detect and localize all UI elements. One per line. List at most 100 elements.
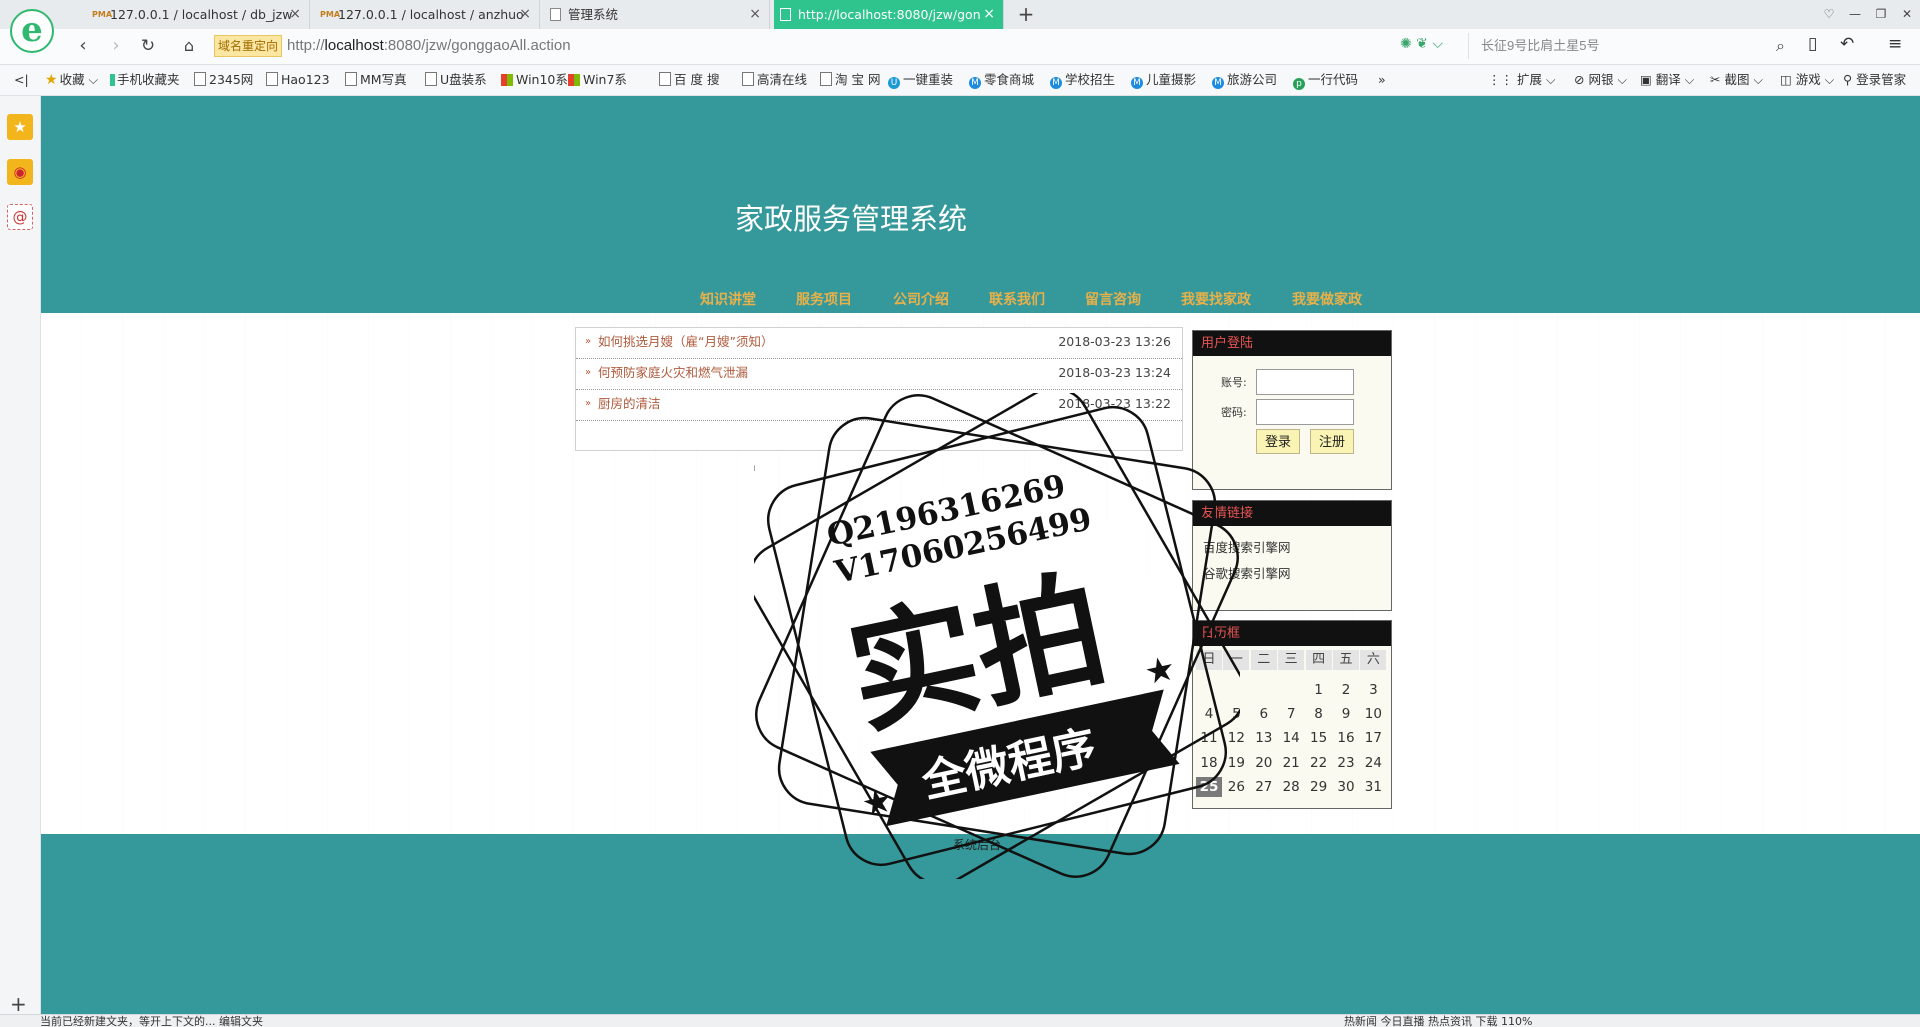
calendar-day[interactable]: 23: [1333, 753, 1359, 773]
tab-anzhuo[interactable]: PMA 127.0.0.1 / localhost / anzhuo ×: [314, 0, 540, 29]
search-input[interactable]: 长征9号比肩土星5号: [1468, 33, 1788, 59]
toolbar-login-manager[interactable]: ⚲ 登录管家: [1843, 65, 1906, 95]
toolbar-games[interactable]: ◫ 游戏 ⌵: [1780, 65, 1834, 95]
notice-title[interactable]: 何预防家庭火灾和燃气泄漏: [598, 359, 748, 387]
redirect-badge[interactable]: 域名重定向: [214, 35, 283, 57]
calendar-day[interactable]: 4: [1196, 704, 1222, 724]
notice-title[interactable]: 如何挑选月嫂（雇“月嫂”须知）: [598, 328, 773, 356]
nav-message[interactable]: 留言咨询: [1085, 289, 1141, 309]
nav-find-housekeeping[interactable]: 我要找家政: [1181, 289, 1251, 309]
password-input[interactable]: [1256, 399, 1354, 425]
calendar-day[interactable]: 28: [1278, 777, 1304, 797]
calendar-day[interactable]: 22: [1306, 753, 1332, 773]
bookmark-snacks[interactable]: M 零食商城: [969, 65, 1034, 95]
favorites-star-icon[interactable]: ★: [7, 114, 33, 140]
home-icon[interactable]: ⌂: [176, 33, 202, 59]
bookmark-code[interactable]: p 一行代码: [1293, 65, 1358, 95]
nav-company[interactable]: 公司介绍: [893, 289, 949, 309]
calendar-day[interactable]: 27: [1251, 777, 1277, 797]
url-field[interactable]: http://localhost:8080/jzw/gonggaoAll.act…: [287, 34, 571, 58]
list-item[interactable]: » 如何挑选月嫂（雇“月嫂”须知） 2018-03-23 13:26: [576, 328, 1182, 359]
list-item[interactable]: » 厨房的清洁 2018-03-23 13:22: [576, 390, 1182, 421]
accelerate-icon[interactable]: ✺ ❦ ⌵: [1400, 36, 1443, 52]
toolbar-ebank[interactable]: ⊘ 网银 ⌵: [1574, 65, 1627, 95]
toolbar-screenshot[interactable]: ✂ 截图 ⌵: [1710, 65, 1763, 95]
nav-contact[interactable]: 联系我们: [989, 289, 1045, 309]
close-icon[interactable]: ×: [983, 0, 995, 29]
tab-db-jzw[interactable]: PMA 127.0.0.1 / localhost / db_jzw ×: [86, 0, 310, 29]
calendar-day[interactable]: 20: [1251, 753, 1277, 773]
calendar-day[interactable]: 18: [1196, 753, 1222, 773]
browser-logo-icon[interactable]: e: [10, 9, 54, 53]
bookmark-baidu[interactable]: 百 度 搜: [659, 65, 719, 95]
close-icon[interactable]: ×: [519, 0, 531, 29]
calendar-day[interactable]: 6: [1251, 704, 1277, 724]
login-button[interactable]: 登录: [1256, 429, 1301, 454]
calendar-day[interactable]: 21: [1278, 753, 1304, 773]
tab-management-system[interactable]: 管理系统 ×: [544, 0, 770, 29]
bookmark-hao123[interactable]: Hao123: [266, 65, 330, 95]
bookmark-2345[interactable]: 2345网: [194, 65, 253, 95]
menu-icon[interactable]: ≡: [1888, 34, 1902, 54]
bookmark-travel[interactable]: M 旅游公司: [1212, 65, 1277, 95]
minimize-icon[interactable]: —: [1842, 0, 1868, 29]
calendar-day[interactable]: 9: [1333, 704, 1359, 724]
bookmark-mm[interactable]: MM写真: [345, 65, 407, 95]
calendar-day[interactable]: 2: [1333, 680, 1359, 700]
calendar-day[interactable]: 1: [1306, 680, 1332, 700]
nav-be-housekeeper[interactable]: 我要做家政: [1292, 289, 1362, 309]
calendar-day[interactable]: 19: [1223, 753, 1249, 773]
calendar-day[interactable]: 26: [1223, 777, 1249, 797]
register-button[interactable]: 注册: [1310, 429, 1355, 454]
nav-knowledge[interactable]: 知识讲堂: [700, 289, 756, 309]
tab-gonggao-active[interactable]: http://localhost:8080/jzw/gon ×: [774, 0, 1004, 29]
calendar-day[interactable]: 16: [1333, 728, 1359, 748]
calendar-day[interactable]: 5: [1223, 704, 1249, 724]
sidebar-toggle-icon[interactable]: <|: [14, 65, 29, 95]
toolbar-extensions[interactable]: ⋮⋮ 扩展 ⌵: [1488, 65, 1555, 95]
calendar-day[interactable]: 14: [1278, 728, 1304, 748]
reading-mode-icon[interactable]: ▯: [1808, 34, 1817, 54]
forward-icon[interactable]: ›: [103, 33, 129, 59]
add-icon[interactable]: +: [10, 992, 27, 1016]
calendar-day[interactable]: 30: [1333, 777, 1359, 797]
calendar-day[interactable]: 7: [1278, 704, 1304, 724]
notice-title[interactable]: 厨房的清洁: [598, 390, 661, 418]
weibo-icon[interactable]: ◉: [7, 159, 33, 185]
admin-link[interactable]: 系统后台: [953, 836, 1001, 853]
bookmark-mobile[interactable]: 手机收藏夹: [110, 65, 180, 95]
calendar-day[interactable]: 24: [1360, 753, 1386, 773]
calendar-day[interactable]: 11: [1196, 728, 1222, 748]
bookmark-kids-photo[interactable]: M 儿童摄影: [1131, 65, 1196, 95]
nav-services[interactable]: 服务项目: [796, 289, 852, 309]
back-icon[interactable]: ‹: [70, 33, 96, 59]
bookmark-taobao[interactable]: 淘 宝 网: [820, 65, 880, 95]
bookmark-hd[interactable]: 高清在线: [742, 65, 807, 95]
mail-icon[interactable]: @: [7, 204, 33, 230]
calendar-day[interactable]: 8: [1306, 704, 1332, 724]
bookmark-usb[interactable]: U盘装系: [425, 65, 487, 95]
calendar-day[interactable]: 3: [1360, 680, 1386, 700]
toolbar-translate[interactable]: ▣ 翻译 ⌵: [1640, 65, 1694, 95]
calendar-day[interactable]: 31: [1360, 777, 1386, 797]
bookmark-win10[interactable]: Win10系: [501, 65, 568, 95]
reload-icon[interactable]: ↻: [135, 33, 161, 59]
calendar-day[interactable]: 13: [1251, 728, 1277, 748]
bookmark-favorites[interactable]: ★ 收藏 ⌵: [45, 65, 98, 95]
calendar-day[interactable]: 15: [1306, 728, 1332, 748]
restore-icon[interactable]: ❐: [1868, 0, 1894, 29]
close-icon[interactable]: ×: [289, 0, 301, 29]
skin-icon[interactable]: ♡: [1816, 0, 1842, 29]
bookmarks-more-icon[interactable]: »: [1378, 65, 1386, 95]
calendar-day-today[interactable]: 25: [1196, 776, 1222, 797]
close-icon[interactable]: ×: [749, 0, 761, 29]
calendar-day[interactable]: 10: [1360, 704, 1386, 724]
bookmark-school[interactable]: M 学校招生: [1050, 65, 1115, 95]
calendar-day[interactable]: 12: [1223, 728, 1249, 748]
list-item[interactable]: » 何预防家庭火灾和燃气泄漏 2018-03-23 13:24: [576, 359, 1182, 390]
bookmark-reinstall[interactable]: U 一键重装: [888, 65, 953, 95]
calendar-day[interactable]: 17: [1360, 728, 1386, 748]
friend-link-google[interactable]: 谷歌搜索引擎网: [1203, 563, 1291, 582]
close-window-icon[interactable]: ✕: [1894, 0, 1920, 29]
search-icon[interactable]: ⌕: [1776, 36, 1785, 56]
